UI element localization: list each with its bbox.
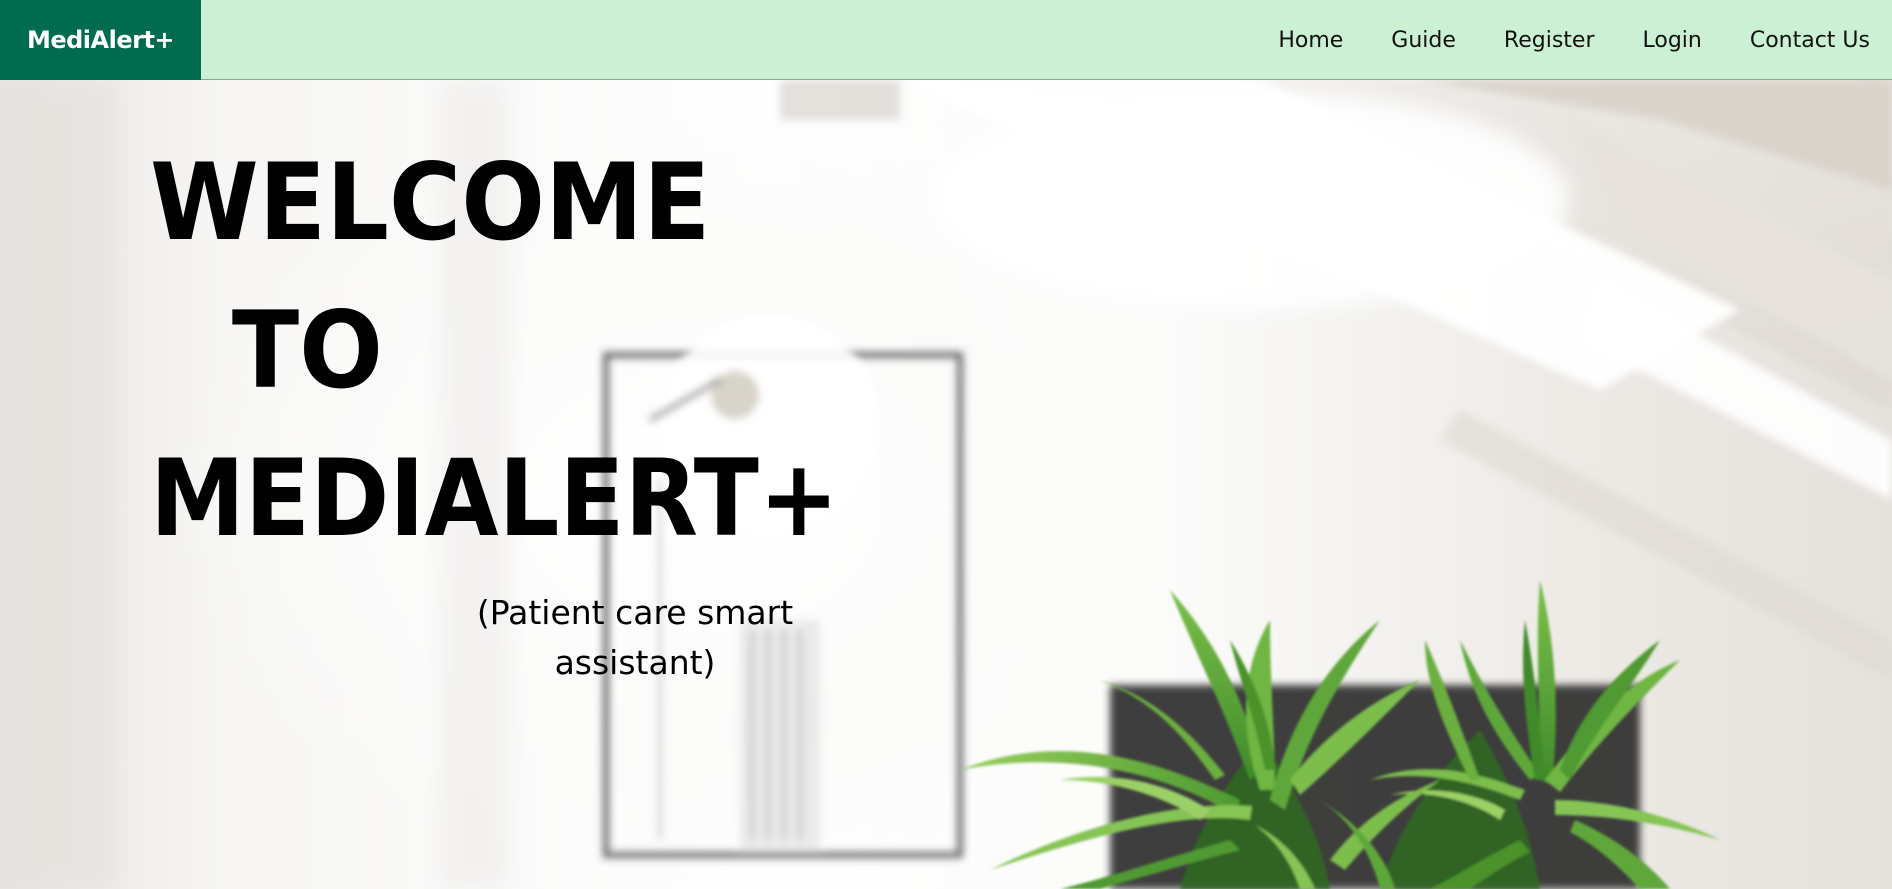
page: MediAlert+ Home Guide Register Login Con… bbox=[0, 0, 1892, 889]
brand-logo[interactable]: MediAlert+ bbox=[0, 0, 201, 80]
hero-title-line-brand: MEDIALERT+ bbox=[150, 437, 839, 560]
nav-link-register[interactable]: Register bbox=[1504, 28, 1595, 53]
nav-link-login[interactable]: Login bbox=[1642, 28, 1701, 53]
hero-title-line-welcome: WELCOME bbox=[150, 141, 711, 264]
nav-link-home[interactable]: Home bbox=[1278, 28, 1343, 53]
hero-subtitle: (Patient care smart assistant) bbox=[476, 593, 794, 682]
nav-links: Home Guide Register Login Contact Us bbox=[1230, 0, 1870, 80]
nav-link-contact-us[interactable]: Contact Us bbox=[1750, 28, 1870, 53]
nav-link-guide[interactable]: Guide bbox=[1391, 28, 1456, 53]
navbar: MediAlert+ Home Guide Register Login Con… bbox=[0, 0, 1892, 80]
hero-title-line-to: TO bbox=[231, 289, 383, 412]
hero-title: WELCOME TO MEDIALERT+ bbox=[150, 150, 915, 552]
